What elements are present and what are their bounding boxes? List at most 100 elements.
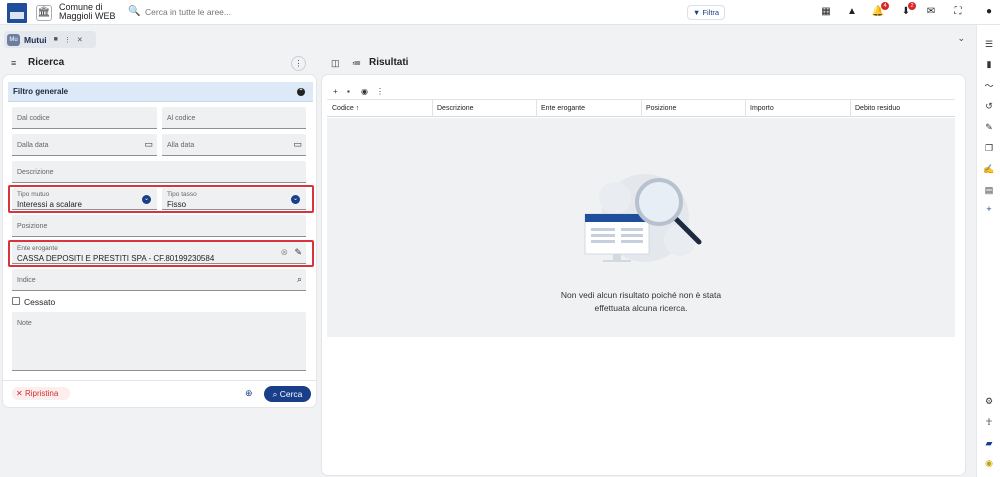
posizione-label: Posizione [17,223,48,230]
column-posizione[interactable]: Posizione [646,105,676,112]
chevron-down-icon[interactable]: ⌄ [291,195,300,204]
settings-icon[interactable]: ⚙ [983,395,995,407]
empty-message-line2: effettuata alcuna ricerca. [594,303,688,313]
collapse-icon[interactable]: ⌃ [297,88,305,96]
building-icon[interactable]: 🏛 [36,5,52,21]
tipo-tasso-select[interactable]: Tipo tasso Fisso ⌄ [162,188,306,210]
column-importo[interactable]: Importo [750,105,774,112]
more-icon[interactable]: ⋮ [376,87,384,96]
posizione-field[interactable]: Posizione [12,215,306,237]
accessibility-icon[interactable]: ☥ [983,416,995,428]
download-badge: 2 [908,2,916,10]
file-icon[interactable]: ▤ [983,184,995,196]
empty-state-message: Non vedi alcun risultato poiché non è st… [327,289,955,315]
alla-data-label: Alla data [167,142,195,149]
chevron-down-icon[interactable]: ⌄ [957,33,965,44]
delete-icon[interactable]: ▪ [347,87,350,96]
column-codice-label: Codice [332,105,354,112]
copy-icon[interactable]: ❐ [983,142,995,154]
search-icon: 🔍 [128,6,141,17]
panel-toggle-icon[interactable]: ◫ [331,58,340,69]
tab-mutui[interactable]: Mu Mutui ■ ⋮ ✕ [4,31,96,48]
ente-erogante-value: CASSA DEPOSITI E PRESTITI SPA - CF.80199… [17,254,215,263]
cessato-label: Cessato [24,297,56,307]
tipo-tasso-value: Fisso [167,200,187,209]
column-divider[interactable] [536,100,537,117]
column-divider[interactable] [641,100,642,117]
history-icon[interactable]: ↺ [983,100,995,112]
search-button-label: Cerca [279,389,303,399]
indice-field[interactable]: Indice ⌕ [12,269,306,291]
add-row-icon[interactable]: + [333,87,338,96]
dal-codice-label: Dal codice [17,115,50,122]
clear-icon[interactable]: ⊗ [280,247,288,258]
mail-icon[interactable]: ✉ [924,5,938,19]
fullscreen-icon[interactable]: ⛶ [951,5,965,19]
column-divider[interactable] [745,100,746,117]
filter-group-header[interactable]: Filtro generale ⌃ [8,82,313,102]
note-textarea[interactable]: Note [12,312,306,371]
reset-button[interactable]: ✕ Ripristina [12,387,70,400]
apps-grid-icon[interactable]: ▦ [819,5,833,19]
filter-button[interactable]: ▼ Filtra [687,5,725,20]
search-icon[interactable]: ⌕ [297,274,302,285]
edit-doc-icon[interactable]: ✍ [983,163,995,175]
book-icon[interactable]: ▮ [983,58,995,70]
dal-codice-field[interactable]: Dal codice [12,107,157,129]
calendar-icon[interactable]: ▭ [293,139,302,150]
tipo-mutuo-value: Interessi a scalare [17,200,82,209]
eye-icon[interactable]: ◉ [361,87,368,96]
account-icon[interactable]: ● [982,5,996,19]
note-label: Note [17,320,32,327]
warning-icon[interactable]: ▲ [845,5,859,19]
search-button[interactable]: ⌕ Cerca [264,386,311,402]
column-divider[interactable] [432,100,433,117]
tipo-mutuo-label: Tipo mutuo [17,191,50,198]
trend-icon[interactable]: 〜 [983,80,995,92]
al-codice-label: Al codice [167,115,196,122]
calendar-icon[interactable]: ▭ [144,139,153,150]
list-view-icon: ≔ [352,58,361,68]
cessato-checkbox[interactable] [12,297,20,305]
bell-badge: 4 [881,2,889,10]
global-search-input[interactable] [145,7,525,17]
sort-asc-icon[interactable]: ↑ [356,105,360,112]
column-divider[interactable] [850,100,851,117]
more-icon[interactable]: ⋮ [64,36,71,44]
app-name: Comune di Maggioli WEB [59,3,116,21]
app-name-line2: Maggioli WEB [59,11,116,21]
tipo-mutuo-select[interactable]: Tipo mutuo Interessi a scalare ⌄ [12,188,157,210]
reset-label: Ripristina [24,389,59,398]
descrizione-label: Descrizione [17,169,54,176]
add-icon[interactable]: + [983,203,995,215]
left-panel-title: Ricerca [28,57,65,68]
pencil-icon[interactable]: ✎ [294,247,302,258]
results-table-header: Codice ↑ Descrizione Ente erogante Posiz… [327,99,955,117]
help-icon[interactable]: ◉ [983,457,995,469]
list-icon[interactable]: ☰ [983,38,995,50]
descrizione-field[interactable]: Descrizione [12,161,306,183]
top-bar: 🏛 Comune di Maggioli WEB 🔍 ▼ Filtra ▦ ▲ … [0,0,1000,25]
column-ente-erogante[interactable]: Ente erogante [541,105,585,112]
empty-search-illustration [584,174,702,262]
alla-data-field[interactable]: Alla data ▭ [162,134,306,156]
al-codice-field[interactable]: Al codice [162,107,306,129]
column-descrizione[interactable]: Descrizione [437,105,474,112]
chat-icon[interactable]: ▰ [983,437,995,449]
dalla-data-field[interactable]: Dalla data ▭ [12,134,157,156]
indice-label: Indice [17,277,36,284]
chevron-down-icon[interactable]: ⌄ [142,195,151,204]
bookmark-icon[interactable]: ■ [54,36,58,43]
pin-icon[interactable]: ✎ [983,121,995,133]
filter-group-title: Filtro generale [13,87,69,96]
panel-options-icon[interactable]: ⋮ [291,56,306,71]
ente-erogante-field[interactable]: Ente erogante CASSA DEPOSITI E PRESTITI … [12,242,306,264]
column-debito-residuo[interactable]: Debito residuo [855,105,900,112]
tab-label: Mutui [24,34,47,45]
zoom-search-icon[interactable]: ⊕ [245,388,253,399]
tab-bar: Mu Mutui ■ ⋮ ✕ [0,31,1000,48]
close-icon[interactable]: ✕ [77,36,83,44]
column-codice[interactable]: Codice ↑ [332,105,359,112]
tipo-tasso-label: Tipo tasso [167,191,197,198]
filter-label: Filtra [702,8,720,17]
